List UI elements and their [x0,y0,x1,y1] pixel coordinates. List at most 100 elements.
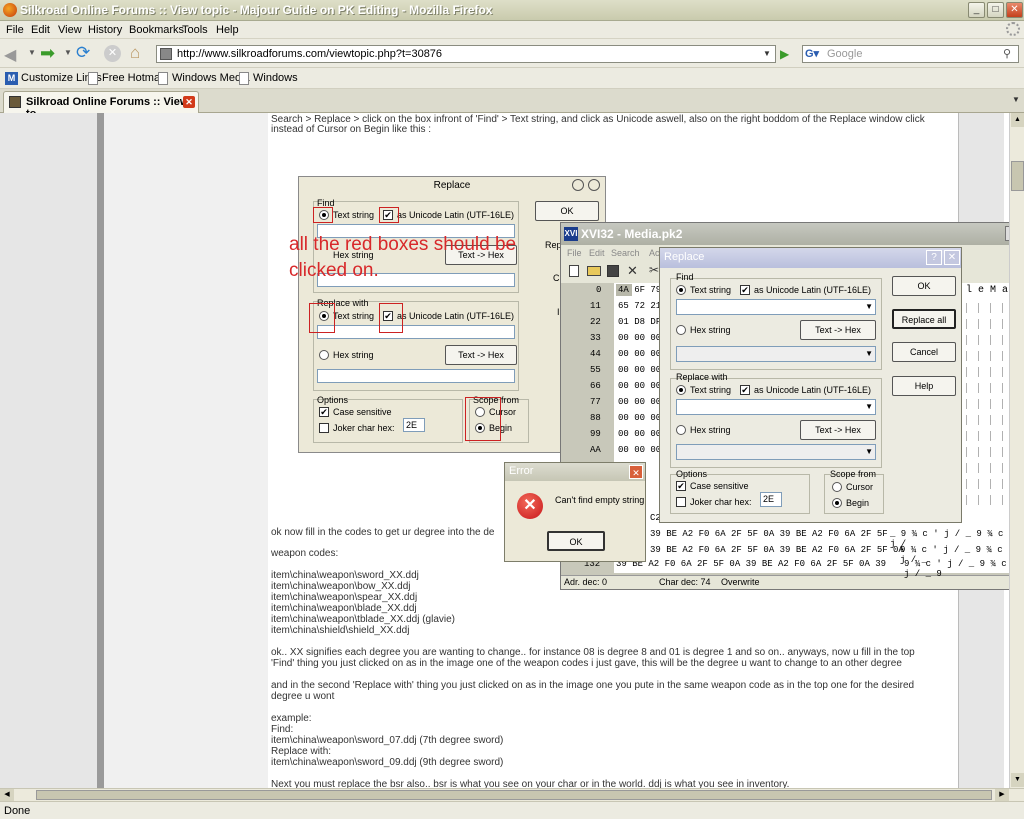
example-line: Replace with: [271,746,332,757]
find-text-input[interactable]: ▼ [676,299,876,315]
tab-active[interactable]: Silkroad Online Forums :: View to... ✕ [3,91,199,120]
find-hex-string-radio[interactable] [676,325,686,335]
dropdown-icon[interactable]: ▼ [865,302,873,311]
help-button[interactable]: Help [892,376,956,396]
back-dropdown-icon[interactable]: ▼ [28,48,36,57]
help-icon[interactable]: ? [926,250,942,265]
ok-button[interactable]: OK [892,276,956,296]
scroll-left-icon[interactable]: ◀ [0,789,14,801]
joker-input[interactable]: 2E [760,492,782,507]
image-replace-hex-radio [319,350,329,360]
bookmark-free-hotmail[interactable]: Free Hotmail [102,72,165,84]
menu-tools[interactable]: Tools [182,24,208,36]
replace-hex-input[interactable]: ▼ [676,444,876,460]
image-ok-button: OK [535,201,599,221]
image-unicode-label: as Unicode Latin (UTF-16LE) [397,210,515,220]
menu-file[interactable]: File [6,24,24,36]
dropdown-icon[interactable]: ▼ [865,349,873,358]
hex-editor-titlebar: XVI XVI32 - Media.pk2 [561,223,1023,245]
image-text-string-label: Text string [333,210,375,220]
search-go-icon[interactable]: ⚲ [1003,47,1011,60]
para1-line-2: 'Find' thing you just clicked on as in t… [271,658,902,669]
post-after-image: ok now fill in the codes to get ur degre… [271,527,495,538]
image-joker-value: 2E [406,420,418,430]
status-text: Done [4,805,31,817]
error-icon: ✕ [517,493,543,519]
error-ok-button[interactable]: OK [547,531,605,551]
begin-radio[interactable] [832,498,842,508]
home-icon[interactable]: ⌂ [130,43,140,63]
page-icon [239,72,249,85]
hex-row-3: 00 00 00 [618,333,662,343]
replace-text-to-hex-button[interactable]: Text -> Hex [800,420,876,440]
menu-view[interactable]: View [58,24,82,36]
code-line: item\china\weapon\bow_XX.ddj [271,581,411,592]
search-input[interactable]: Google [827,48,862,60]
scroll-up-icon[interactable]: ▲ [1011,113,1024,127]
maximize-button[interactable]: □ [987,2,1004,18]
url-bar[interactable]: http://www.silkroadforums.com/viewtopic.… [156,45,776,63]
scroll-thumb[interactable] [1011,161,1024,191]
hex-row-10: 00 00 00 [618,445,662,455]
close-icon[interactable]: ✕ [944,250,960,265]
page-icon [158,72,168,85]
hex-status-adr: Adr. dec: 0 [564,577,608,587]
joker-checkbox[interactable] [676,497,686,507]
scroll-down-icon[interactable]: ▼ [1011,773,1024,787]
close-button[interactable]: ✕ [1006,2,1023,18]
menu-edit[interactable]: Edit [31,24,50,36]
error-close-icon[interactable]: ✕ [629,465,643,479]
hex-bottom-row-3: 39 BE A2 F0 6A 2F 5F 0A 39 BE A2 F0 6A 2… [616,559,887,569]
forward-dropdown-icon[interactable]: ▼ [64,48,72,57]
hex-offset: 88 [590,413,601,423]
bookmarks-toolbar: M Customize Links Free Hotmail Windows M… [0,68,1024,89]
menu-history[interactable]: History [88,24,122,36]
go-icon[interactable]: ▶ [780,47,789,61]
find-hex-input[interactable]: ▼ [676,346,876,362]
hex-offset: 99 [590,429,601,439]
replace-hex-string-label: Hex string [690,425,731,435]
stop-icon[interactable]: ✕ [104,45,121,62]
replace-unicode-checkbox[interactable]: ✔ [740,385,750,395]
scroll-h-thumb[interactable] [36,790,992,800]
google-icon[interactable]: G▾ [805,47,819,60]
scope-label: Scope from [830,469,877,479]
search-box[interactable]: G▾ Google ⚲ [802,45,1019,63]
back-icon[interactable]: ◀ [4,45,16,65]
hex-menu-file: File [567,248,582,258]
hex-bottom-row-1: 39 BE A2 F0 6A 2F 5F 0A 39 BE A2 F0 6A 2… [650,529,888,539]
forward-icon[interactable]: ➡ [40,43,55,64]
menu-bookmarks[interactable]: Bookmarks [129,24,184,36]
replace-hex-string-radio[interactable] [676,425,686,435]
minimize-button[interactable]: _ [968,2,985,18]
tab-list-icon[interactable]: ▼ [1012,95,1020,104]
options-group [670,474,810,514]
find-text-string-radio[interactable] [676,285,686,295]
red-box [465,397,501,441]
replace-text-string-radio[interactable] [676,385,686,395]
replace-text-input[interactable]: ▼ [676,399,876,415]
vertical-scrollbar[interactable]: ▲ ▼ [1009,113,1024,788]
cancel-button[interactable]: Cancel [892,342,956,362]
find-text-to-hex-button[interactable]: Text -> Hex [800,320,876,340]
case-sensitive-label: Case sensitive [690,481,749,491]
menu-help[interactable]: Help [216,24,239,36]
dropdown-icon[interactable]: ▼ [865,447,873,456]
bookmark-windows[interactable]: Windows [253,72,298,84]
tab-close-icon[interactable]: ✕ [183,96,195,108]
menu-bar: File Edit View History Bookmarks Tools H… [0,21,1024,39]
url-dropdown-icon[interactable]: ▼ [763,49,771,58]
hex-menu-ac: Ac [649,248,660,258]
horizontal-scrollbar[interactable]: ◀ ▶ [0,788,1024,801]
code-line: item\china\shield\shield_XX.ddj [271,625,410,636]
cursor-radio[interactable] [832,482,842,492]
scroll-right-icon[interactable]: ▶ [995,789,1009,801]
reload-icon[interactable]: ⟳ [76,43,90,63]
begin-label: Begin [846,498,870,508]
case-sensitive-checkbox[interactable]: ✔ [676,481,686,491]
replace-all-button[interactable]: Replace all [892,309,956,329]
dropdown-icon[interactable]: ▼ [865,402,873,411]
bookmark-windows-media[interactable]: Windows Media [172,72,250,84]
find-unicode-checkbox[interactable]: ✔ [740,285,750,295]
find-text-string-label: Text string [690,285,732,295]
